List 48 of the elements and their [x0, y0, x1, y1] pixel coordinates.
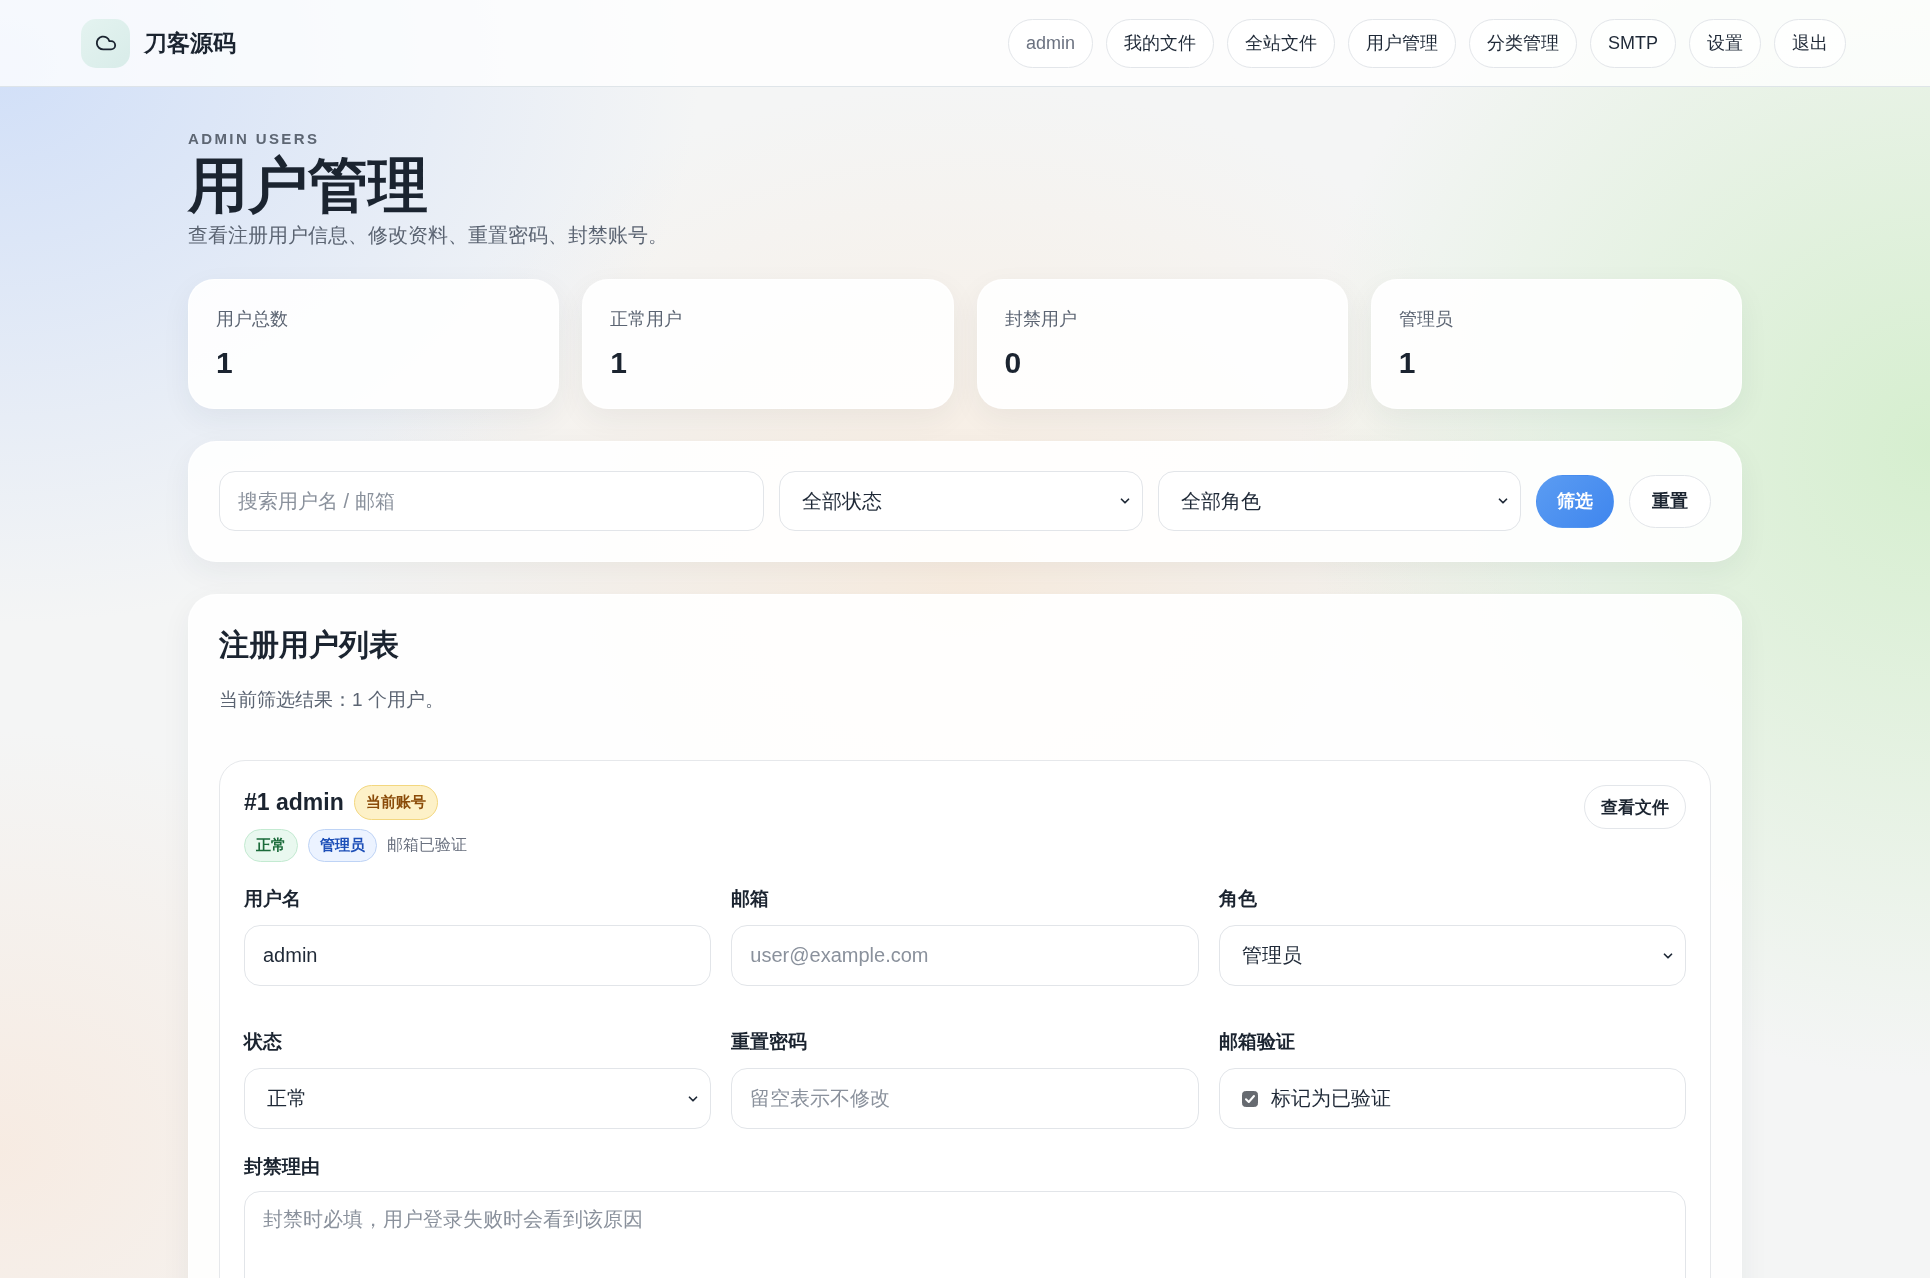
nav-link[interactable]: 用户管理: [1348, 18, 1456, 68]
result-summary: 当前筛选结果：1 个用户。: [219, 688, 445, 712]
field-label: 用户名: [244, 887, 302, 911]
account-button[interactable]: admin: [1007, 18, 1093, 68]
nav-link[interactable]: 全站文件: [1227, 18, 1335, 68]
nav-link[interactable]: SMTP: [1590, 18, 1676, 68]
verification-text: 邮箱已验证: [387, 835, 467, 855]
reset-button[interactable]: 重置: [1629, 474, 1711, 528]
textarea-field[interactable]: 封禁时必填，用户登录失败时会看到该原因: [244, 1191, 1686, 1278]
nav-link[interactable]: 分类管理: [1469, 18, 1577, 68]
field-label: 邮箱验证: [1218, 1030, 1296, 1054]
text-field[interactable]: 留空表示不修改: [731, 1068, 1199, 1129]
role-badge: 管理员: [308, 829, 377, 862]
nav-link[interactable]: 退出: [1774, 18, 1846, 68]
cloud-icon: [81, 18, 130, 68]
stat-label: 正常用户: [610, 308, 683, 331]
stat-label: 管理员: [1398, 308, 1453, 331]
stat-label: 封禁用户: [1004, 308, 1077, 331]
role-select[interactable]: 全部角色: [1157, 471, 1521, 531]
view-files-button[interactable]: 查看文件: [1584, 785, 1686, 829]
field-label: 重置密码: [731, 1030, 809, 1054]
nav-link[interactable]: 我的文件: [1106, 18, 1214, 68]
brand-name: 刀客源码: [144, 28, 236, 58]
field-label: 邮箱: [731, 887, 771, 911]
stat-label: 用户总数: [216, 308, 288, 331]
page-subtitle: 查看注册用户信息、修改资料、重置密码、封禁账号。: [188, 223, 669, 248]
checkbox-label[interactable]: 标记为已验证: [1270, 1085, 1391, 1112]
eyebrow-text: ADMIN USERS: [188, 130, 321, 148]
field-label: 角色: [1218, 887, 1258, 911]
stat-value: 1: [216, 345, 233, 381]
field-label: 状态: [244, 1030, 283, 1054]
checkbox[interactable]: [1241, 1090, 1258, 1107]
stat-value: 0: [1004, 345, 1022, 381]
user-title: #1 admin: [244, 789, 344, 816]
text-field[interactable]: admin: [244, 925, 712, 986]
select-field[interactable]: 管理员: [1218, 925, 1686, 986]
search-field[interactable]: 搜索用户名 / 邮箱: [219, 471, 765, 531]
select-field[interactable]: 正常: [244, 1068, 712, 1129]
status-badge: 正常: [244, 829, 298, 862]
stat-value: 1: [610, 345, 627, 381]
status-select[interactable]: 全部状态: [779, 471, 1143, 531]
nav-link[interactable]: 设置: [1689, 18, 1761, 68]
stat-value: 1: [1398, 345, 1416, 381]
page-title: 用户管理: [188, 153, 429, 219]
text-field[interactable]: user@example.com: [731, 925, 1199, 986]
current-account-badge: 当前账号: [353, 785, 438, 820]
section-title: 注册用户列表: [219, 627, 400, 663]
field-label: 封禁理由: [244, 1155, 321, 1179]
